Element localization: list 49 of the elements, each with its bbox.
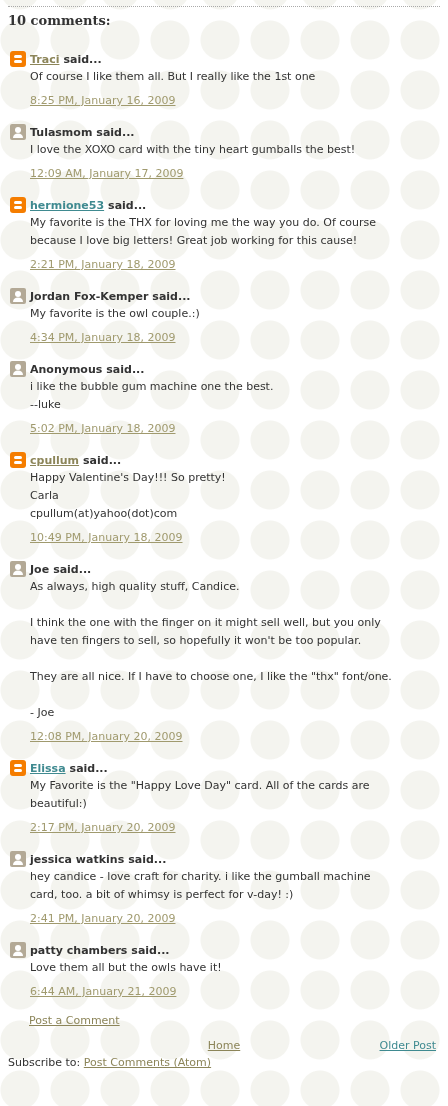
comments-heading: 10 comments:: [8, 13, 112, 28]
said-label: said...: [53, 562, 92, 576]
comment-text: hey candice - love craft for charity. i like the gumball machine card, too. a bit of whimsy is perfect for v-day! :): [30, 869, 372, 903]
comment-text: Happy Valentine's Day!!! So pretty! Carla cpullum(at)yahoo(dot)com: [30, 470, 227, 522]
said-label: said...: [96, 125, 135, 139]
author-name: Anonymous: [30, 362, 103, 376]
comment-text: My Favorite is the "Happy Love Day" card. All of the cards are beautiful:): [30, 778, 371, 812]
comment-text: My favorite is the THX for loving me the way you do. Of course because I love big letters! Great job working for this cause!: [30, 215, 378, 249]
said-label: said...: [108, 198, 147, 212]
comment-text: My favorite is the owl couple.:): [30, 306, 201, 322]
comment-text: i like the bubble gum machine one the best. --luke: [30, 379, 275, 413]
said-label: said...: [131, 943, 170, 957]
said-label: said...: [106, 362, 145, 376]
said-label: said...: [83, 453, 122, 467]
subscribe-label: Subscribe to:: [8, 1056, 82, 1069]
timestamp-link[interactable]: 8:25 PM, January 16, 2009: [30, 92, 179, 110]
comment-text: - Joe: [30, 705, 56, 721]
author-link[interactable]: Traci: [30, 52, 60, 66]
comment-text: They are all nice. If I have to choose one, I like the "thx" font/one.: [30, 669, 393, 685]
author-link[interactable]: Elissa: [30, 761, 66, 775]
home-link[interactable]: Home: [207, 1039, 241, 1052]
said-label: said...: [63, 52, 102, 66]
atom-feed-link[interactable]: Post Comments (Atom): [83, 1056, 212, 1069]
comment-text: Love them all but the owls have it!: [30, 960, 223, 976]
timestamp-link[interactable]: 2:21 PM, January 18, 2009: [30, 256, 179, 274]
author-name: Joe: [30, 562, 50, 576]
comment-text: As always, high quality stuff, Candice.: [30, 579, 241, 595]
timestamp-link[interactable]: 6:44 AM, January 21, 2009: [30, 983, 180, 1001]
author-name: patty chambers: [30, 943, 128, 957]
author-name: Tulasmom: [30, 125, 93, 139]
said-label: said...: [128, 852, 167, 866]
timestamp-link[interactable]: 12:09 AM, January 17, 2009: [30, 165, 187, 183]
author-link[interactable]: hermione53: [30, 198, 105, 212]
post-comment-link[interactable]: Post a Comment: [29, 1014, 120, 1027]
timestamp-link[interactable]: 2:41 PM, January 20, 2009: [30, 910, 179, 928]
comment-text: Of course I like them all. But I really like the 1st one: [30, 69, 317, 85]
older-post-link[interactable]: Older Post: [379, 1039, 436, 1052]
said-label: said...: [69, 761, 108, 775]
author-link[interactable]: cpullum: [30, 453, 80, 467]
author-name: Jordan Fox-Kemper: [30, 289, 149, 303]
timestamp-link[interactable]: 10:49 PM, January 18, 2009: [30, 529, 186, 547]
timestamp-link[interactable]: 2:17 PM, January 20, 2009: [30, 819, 179, 837]
comment-text: I think the one with the finger on it might sell well, but you only have ten fingers to sell, so hopefully it won't be too popular.: [30, 615, 382, 649]
timestamp-link[interactable]: 5:02 PM, January 18, 2009: [30, 420, 179, 438]
timestamp-link[interactable]: 4:34 PM, January 18, 2009: [30, 329, 179, 347]
said-label: said...: [152, 289, 191, 303]
timestamp-link[interactable]: 12:08 PM, January 20, 2009: [30, 728, 186, 746]
comment-text: I love the XOXO card with the tiny heart gumballs the best!: [30, 142, 357, 158]
author-name: jessica watkins: [30, 852, 125, 866]
